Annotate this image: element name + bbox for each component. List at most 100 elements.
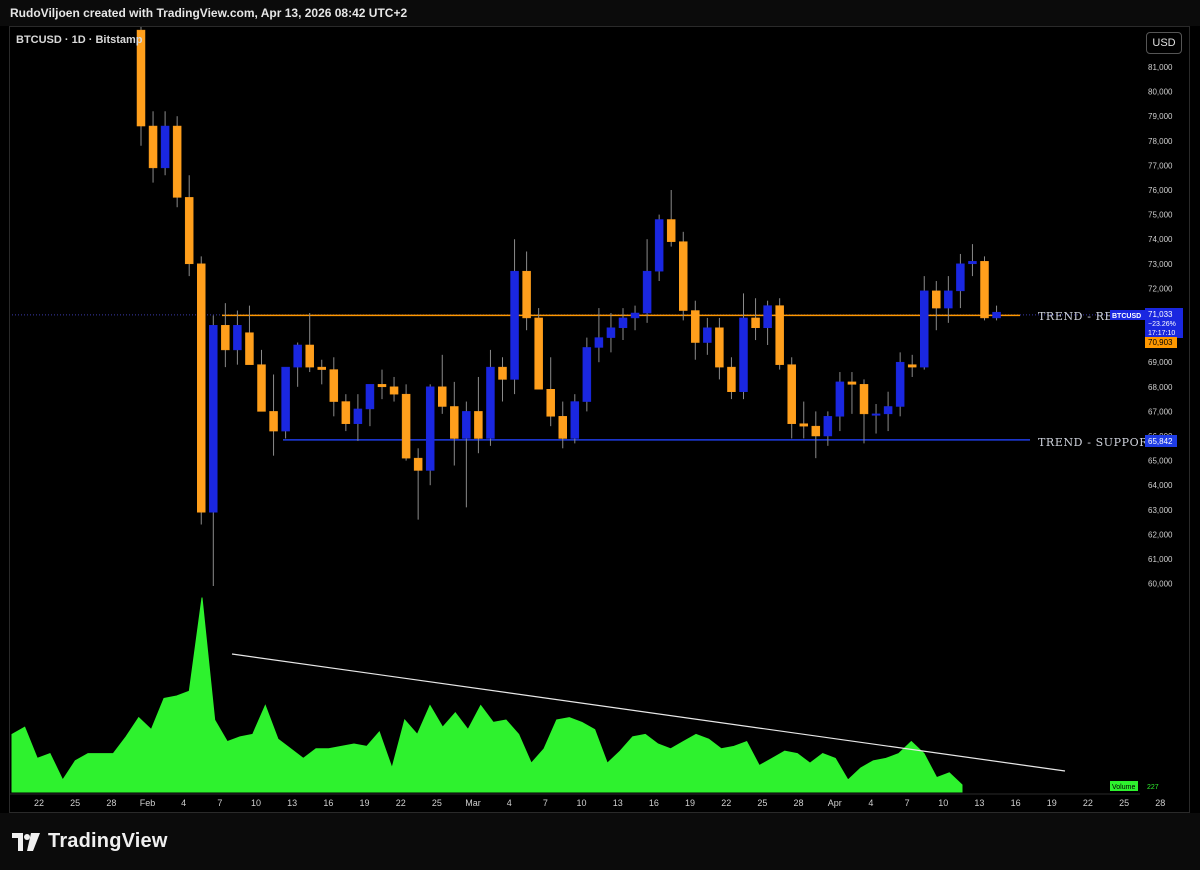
date-tick-label: 10 <box>577 798 587 808</box>
date-tick-label: Apr <box>828 798 842 808</box>
date-tick-label: 10 <box>938 798 948 808</box>
candle-body <box>377 384 387 388</box>
support-price-tag: 65,842 <box>1145 435 1177 447</box>
candle <box>570 394 580 444</box>
date-tick-label: 7 <box>217 798 222 808</box>
candle <box>365 384 375 427</box>
candle-body <box>184 197 194 265</box>
date-tick-label: 28 <box>1155 798 1165 808</box>
candle-body <box>305 344 314 368</box>
price-tick-label: 64,000 <box>1148 481 1173 490</box>
date-tick-label: 4 <box>181 798 186 808</box>
candle <box>474 376 483 454</box>
price-tick-label: 81,000 <box>1148 63 1173 72</box>
candle <box>450 381 459 466</box>
candle <box>486 349 495 446</box>
candle-body <box>317 366 326 370</box>
candle-body <box>811 425 821 437</box>
candle-body <box>534 317 543 390</box>
candle <box>209 315 218 587</box>
date-tick-label: 25 <box>1119 798 1129 808</box>
candle <box>787 357 796 439</box>
candle <box>920 276 929 370</box>
date-tick-label: 22 <box>721 798 731 808</box>
candle-body <box>269 411 278 432</box>
candle-body <box>474 411 483 439</box>
candle <box>606 313 616 353</box>
date-tick-label: 22 <box>1083 798 1093 808</box>
date-axis: 22 25 28 Feb 4 7 10 13 16 19 22 25 Mar 4 7 10 13 16 19 22 25… <box>10 793 1165 808</box>
candle-body <box>341 401 351 424</box>
candle-body <box>221 325 230 351</box>
symbol-label[interactable]: BTCUSD · 1D · Bitstamp <box>16 34 143 46</box>
candle <box>847 372 857 414</box>
date-tick-label: 4 <box>868 798 873 808</box>
date-tick-label: Feb <box>140 798 156 808</box>
price-tick-label: 80,000 <box>1148 88 1173 97</box>
last-price-tag: BTCUSD 71,033 −23.26% 17:17:10 <box>1110 308 1183 338</box>
candle <box>763 300 772 345</box>
date-tick-label: Mar <box>465 798 481 808</box>
candle-body <box>281 366 290 432</box>
currency-button[interactable]: USD <box>1146 32 1182 54</box>
candle <box>377 369 387 400</box>
tradingview-logo[interactable]: TradingView <box>12 830 168 853</box>
candle <box>739 293 748 400</box>
candle-body <box>775 305 784 365</box>
candle-body <box>763 305 772 329</box>
price-tick-label: 72,000 <box>1148 284 1173 293</box>
candle <box>510 239 519 395</box>
candle-body <box>691 310 700 343</box>
date-tick-label: 10 <box>251 798 261 808</box>
candle <box>172 116 182 208</box>
date-tick-label: 13 <box>974 798 984 808</box>
candle-body <box>980 261 989 319</box>
candle <box>257 349 266 412</box>
change-text: −23.26% <box>1148 321 1176 328</box>
candle <box>654 214 664 282</box>
candle <box>895 352 905 417</box>
candle <box>715 317 724 380</box>
date-tick-label: 16 <box>323 798 333 808</box>
candle <box>522 251 531 331</box>
candle-body <box>570 401 580 439</box>
candle <box>221 303 230 368</box>
candle <box>281 366 290 439</box>
candle <box>956 253 965 309</box>
candle-body <box>932 290 941 309</box>
candle-body <box>558 416 567 439</box>
candle-body <box>582 347 592 402</box>
candle-body <box>799 423 808 427</box>
candle <box>413 448 423 520</box>
candle-body <box>871 413 881 416</box>
candle <box>691 300 700 360</box>
candle-body <box>751 317 760 329</box>
resistance-tag-text: 70,903 <box>1148 338 1173 347</box>
footer-bar <box>0 813 1200 870</box>
resistance-price-tag: 70,903 <box>1145 337 1177 348</box>
candle-body <box>389 386 399 395</box>
candle <box>582 337 592 412</box>
candle <box>630 305 640 331</box>
price-tick-label: 68,000 <box>1148 383 1173 392</box>
candle-body <box>630 312 640 319</box>
candle-body <box>257 364 266 412</box>
date-tick-label: 16 <box>1011 798 1021 808</box>
candle-body <box>727 366 736 392</box>
candle <box>462 401 471 508</box>
price-chart[interactable]: 60,00061,00062,00063,00064,00065,00066,0… <box>0 0 1200 813</box>
candle-body <box>450 406 459 439</box>
candle-body <box>859 384 869 415</box>
date-tick-label: 7 <box>905 798 910 808</box>
date-tick-label: 19 <box>1047 798 1057 808</box>
candle <box>546 357 555 427</box>
price-tick-label: 76,000 <box>1148 186 1173 195</box>
price-tick-label: 73,000 <box>1148 260 1173 269</box>
candle-body <box>365 384 375 410</box>
candle <box>558 401 567 449</box>
candle-body <box>401 393 411 459</box>
candle-body <box>703 327 712 343</box>
candle-body <box>209 325 218 513</box>
candle <box>353 394 363 441</box>
candle-body <box>329 369 339 402</box>
